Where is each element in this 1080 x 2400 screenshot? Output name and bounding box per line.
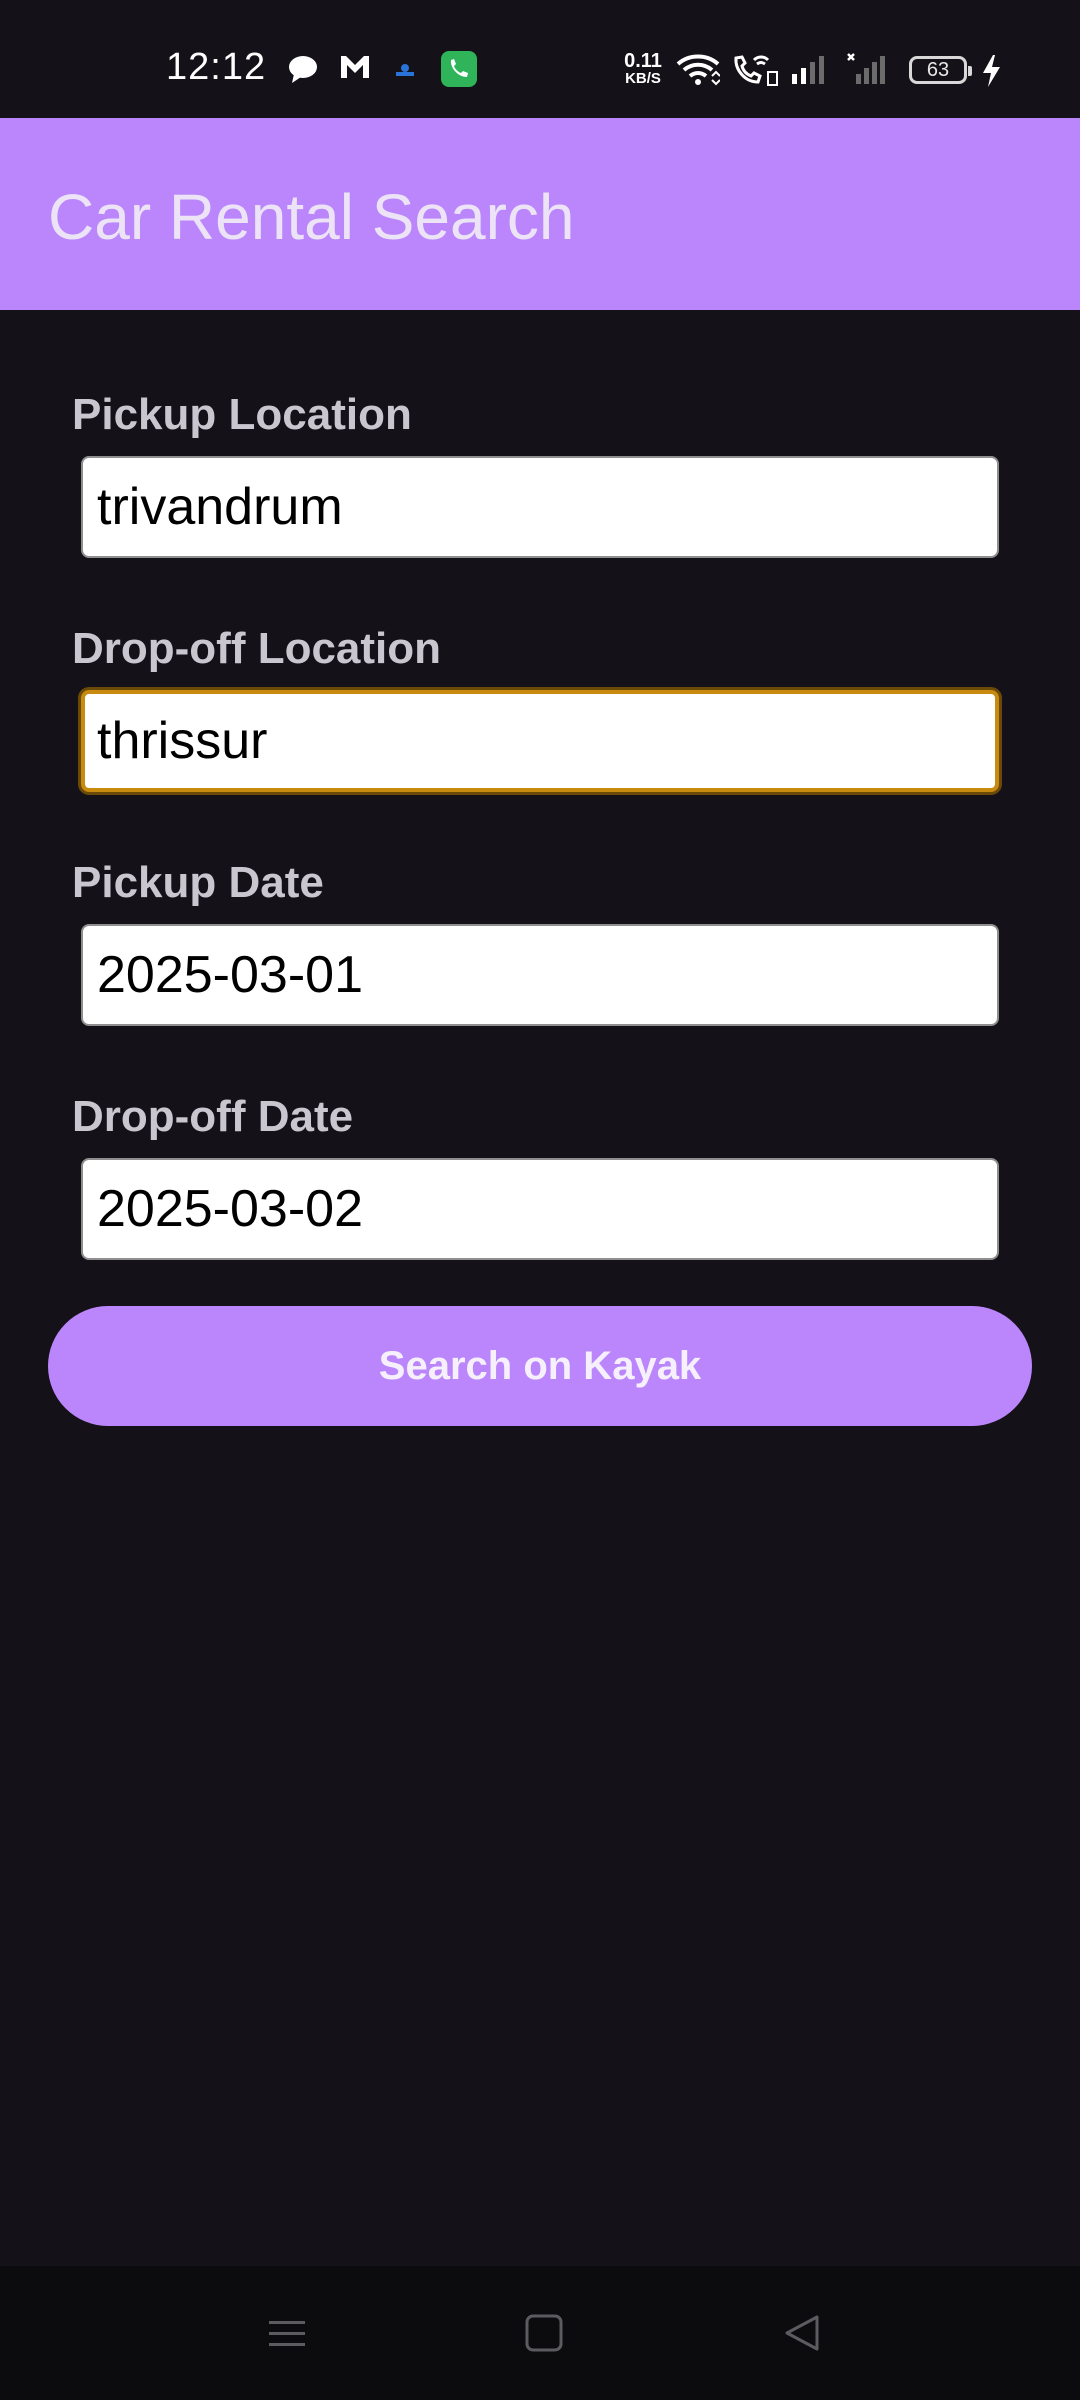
battery-level: 63 [926, 58, 950, 81]
signal-no-service-icon [846, 52, 890, 86]
battery-icon: 63 [909, 56, 972, 84]
pickup-location-input[interactable] [81, 456, 999, 558]
chat-icon [286, 52, 320, 86]
navigation-bar [0, 2266, 1080, 2400]
dropoff-location-input[interactable] [81, 690, 999, 792]
dropoff-date-label: Drop-off Date [72, 1092, 354, 1141]
status-bar: 12:12 0.11 KB/S 63 [0, 0, 1080, 118]
net-speed-value: 0.11 [624, 50, 662, 72]
search-button-label: Search on Kayak [378, 1343, 702, 1388]
app-bar: Car Rental Search [0, 118, 1080, 310]
pickup-location-label: Pickup Location [72, 390, 412, 439]
dropoff-location-label: Drop-off Location [72, 624, 442, 673]
gmail-icon [338, 52, 372, 82]
notification-icon [390, 52, 420, 82]
back-icon[interactable] [765, 2296, 839, 2370]
net-speed-indicator: 0.11 KB/S [620, 50, 666, 88]
wifi-icon [676, 52, 720, 86]
wifi-calling-icon [730, 52, 778, 88]
search-on-kayak-button[interactable]: Search on Kayak [48, 1306, 1032, 1426]
charging-icon [980, 54, 1002, 88]
pickup-date-label: Pickup Date [72, 858, 324, 907]
car-rental-screen: 12:12 0.11 KB/S 63 Car Rental Search Pic… [0, 0, 1080, 2400]
dropoff-date-input[interactable] [81, 1158, 999, 1260]
menu-icon[interactable] [250, 2296, 324, 2370]
phone-app-icon [440, 50, 478, 88]
status-time: 12:12 [166, 46, 267, 88]
net-speed-unit: KB/S [625, 70, 661, 87]
page-title: Car Rental Search [48, 181, 575, 253]
pickup-date-input[interactable] [81, 924, 999, 1026]
signal-icon [790, 52, 830, 86]
home-icon[interactable] [507, 2296, 581, 2370]
